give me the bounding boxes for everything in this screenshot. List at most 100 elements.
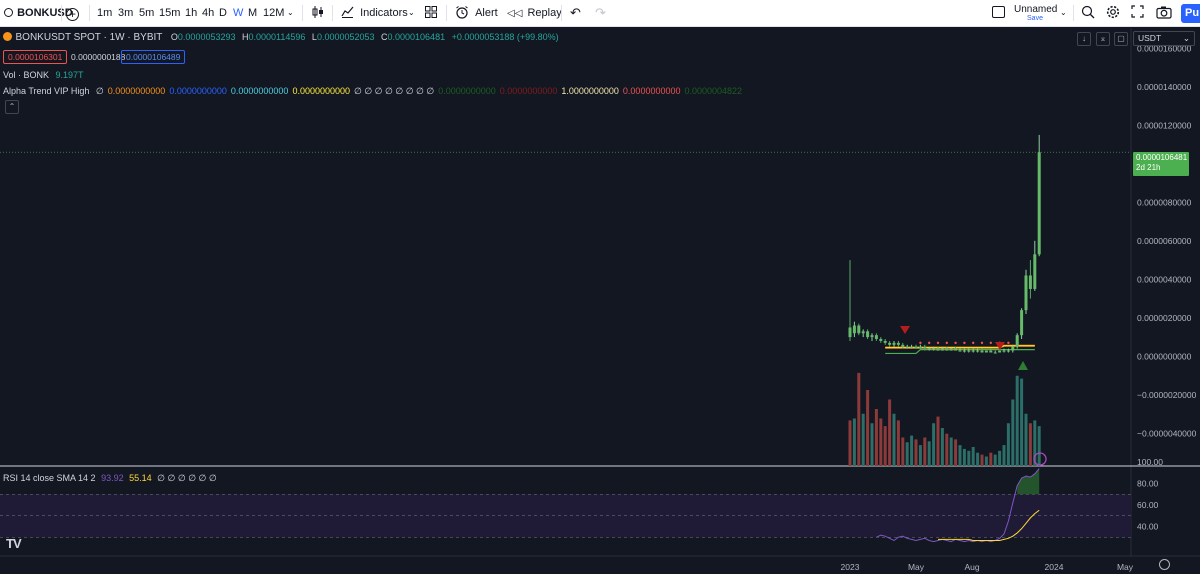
buy-signal-marker <box>1018 361 1028 370</box>
publish-label: Pu <box>1185 7 1200 19</box>
interval-4h[interactable]: 4h <box>202 0 214 26</box>
replay-label: Replay <box>527 7 562 19</box>
layout-name-button[interactable]: Unnamed Save <box>1014 0 1058 26</box>
series-title[interactable]: BONKUSDT SPOT · 1W · BYBIT <box>16 32 163 43</box>
volume-bar <box>1006 423 1010 466</box>
volume-bar <box>901 437 905 466</box>
signal-dot <box>980 341 984 345</box>
pane-settings-button[interactable]: ▢ <box>1114 32 1128 46</box>
layout-save-status: Save <box>1027 15 1043 22</box>
volume-label[interactable]: Vol · BONK <box>3 70 49 80</box>
publish-button[interactable]: Pu <box>1181 4 1200 23</box>
interval-3m[interactable]: 3m <box>118 0 133 26</box>
interval-w[interactable]: W <box>233 0 243 26</box>
tradingview-logo[interactable]: TV <box>6 536 22 551</box>
candle-body <box>1037 152 1041 255</box>
alpha-trend-value: 0.0000000000 <box>169 86 227 96</box>
interval-label: 15m <box>159 7 181 19</box>
volume-bar <box>1024 413 1028 466</box>
collapse-legend-button[interactable]: ⌃ <box>5 100 19 114</box>
close-value: 0.0000106481 <box>387 32 446 42</box>
volume-bar <box>1015 375 1019 466</box>
interval-label: 1m <box>97 7 113 19</box>
candle-body <box>848 327 852 338</box>
interval-15m[interactable]: 15m <box>159 0 180 26</box>
layout-grid-button[interactable] <box>425 0 437 26</box>
alpha-trend-value: 0.0000004822 <box>684 86 743 96</box>
interval-dropdown[interactable]: ⌄ <box>287 0 294 26</box>
chevron-down-icon: ⌄ <box>1060 8 1067 17</box>
volume-bar <box>1011 399 1015 466</box>
volume-bar <box>945 433 949 466</box>
divider <box>61 5 62 21</box>
volume-bar <box>936 416 940 466</box>
replay-button[interactable]: ◁◁ Replay <box>507 0 562 26</box>
fullscreen-button[interactable] <box>1131 0 1144 26</box>
candle-body <box>1033 254 1037 289</box>
fullscreen-icon <box>1131 5 1144 18</box>
divider <box>89 5 90 21</box>
interval-5m[interactable]: 5m <box>139 0 154 26</box>
settings-button[interactable] <box>1106 0 1120 26</box>
indicators-dropdown[interactable]: ⌄ <box>408 0 415 26</box>
gear-icon <box>1106 5 1120 19</box>
candle-body <box>870 335 874 338</box>
volume-bar <box>861 413 865 466</box>
signal-dot <box>954 341 957 345</box>
indicators-icon <box>341 6 354 18</box>
rsi-label[interactable]: RSI 14 close SMA 14 2 <box>3 473 96 483</box>
bar-countdown: 2d 21h <box>1136 163 1161 172</box>
scroll-down-button[interactable]: ↓ <box>1077 32 1091 46</box>
interval-d[interactable]: D <box>219 0 227 26</box>
divider <box>446 5 447 21</box>
alpha-trend-value: 1.0000000000 <box>561 86 619 96</box>
volume-bar <box>940 428 944 466</box>
maximize-pane-button[interactable]: ⌅ <box>1096 32 1110 46</box>
interval-1m[interactable]: 1m <box>97 0 112 26</box>
signal-dot <box>936 341 940 345</box>
alpha-trend-label[interactable]: Alpha Trend VIP High <box>3 86 89 96</box>
price-chart-canvas[interactable]: 0.00001600000.00001400000.00001200000.00… <box>0 28 1200 574</box>
volume-bar <box>852 418 856 466</box>
candle-body <box>1002 350 1006 352</box>
volume-bar <box>958 445 962 466</box>
alert-button[interactable]: Alert <box>455 0 498 26</box>
snapshot-button[interactable] <box>1156 0 1172 26</box>
add-symbol-button[interactable]: + <box>66 0 79 26</box>
checkbox-icon <box>992 6 1005 18</box>
alpha-trend-legend: Alpha Trend VIP High ∅ 0.0000000000 0.0000… <box>3 86 742 97</box>
volume-bar <box>980 454 984 466</box>
collapse-icon: ⌅ <box>1099 34 1107 43</box>
volume-bar <box>1020 378 1024 466</box>
chart-area[interactable]: 0.0000160000 0.0000140000 0.0000120000 0.00… <box>0 28 1200 574</box>
candle-body <box>857 325 861 334</box>
layout-dropdown[interactable]: ⌄ <box>1060 0 1067 26</box>
buy-price-button[interactable]: 0.0000106489 <box>121 50 186 64</box>
interval-12m[interactable]: 12M <box>263 0 284 26</box>
redo-button[interactable]: ↷ <box>595 0 606 26</box>
interval-1h[interactable]: 1h <box>185 0 197 26</box>
rsi-tail-values: ∅ ∅ ∅ ∅ ∅ ∅ <box>157 473 217 483</box>
change-value: +0.0000053188 (+99.80%) <box>451 32 559 42</box>
chevron-down-icon: ⌄ <box>408 8 415 17</box>
top-toolbar: BONKUSD + 1m 3m 5m 15m 1h 4h D W M 12M ⌄… <box>0 0 1200 27</box>
quick-search-button[interactable] <box>1081 0 1095 26</box>
indicators-button[interactable]: Indicators <box>341 0 408 26</box>
sell-price-button[interactable]: 0.0000106301 <box>3 50 68 64</box>
chart-type-button[interactable] <box>311 0 324 26</box>
currency-select[interactable]: USDT ⌄ <box>1133 31 1195 46</box>
interval-m[interactable]: M <box>248 0 257 26</box>
signal-dot <box>963 341 966 345</box>
alpha-trend-value: ∅ <box>95 86 104 96</box>
symbol-search[interactable]: BONKUSD <box>4 0 73 26</box>
undo-button[interactable]: ↶ <box>570 0 581 26</box>
layout-checkbox[interactable] <box>992 0 1005 26</box>
volume-bar <box>910 435 914 466</box>
candle-body <box>976 350 980 352</box>
time-axis-settings-icon[interactable] <box>1159 559 1170 570</box>
symbol-name: BONKUSD <box>17 7 73 19</box>
quick-search-icon <box>1081 5 1095 19</box>
layout-name: Unnamed <box>1014 4 1058 15</box>
candle-body <box>927 348 931 350</box>
alpha-trend-value: 0.0000000000 <box>499 86 558 96</box>
